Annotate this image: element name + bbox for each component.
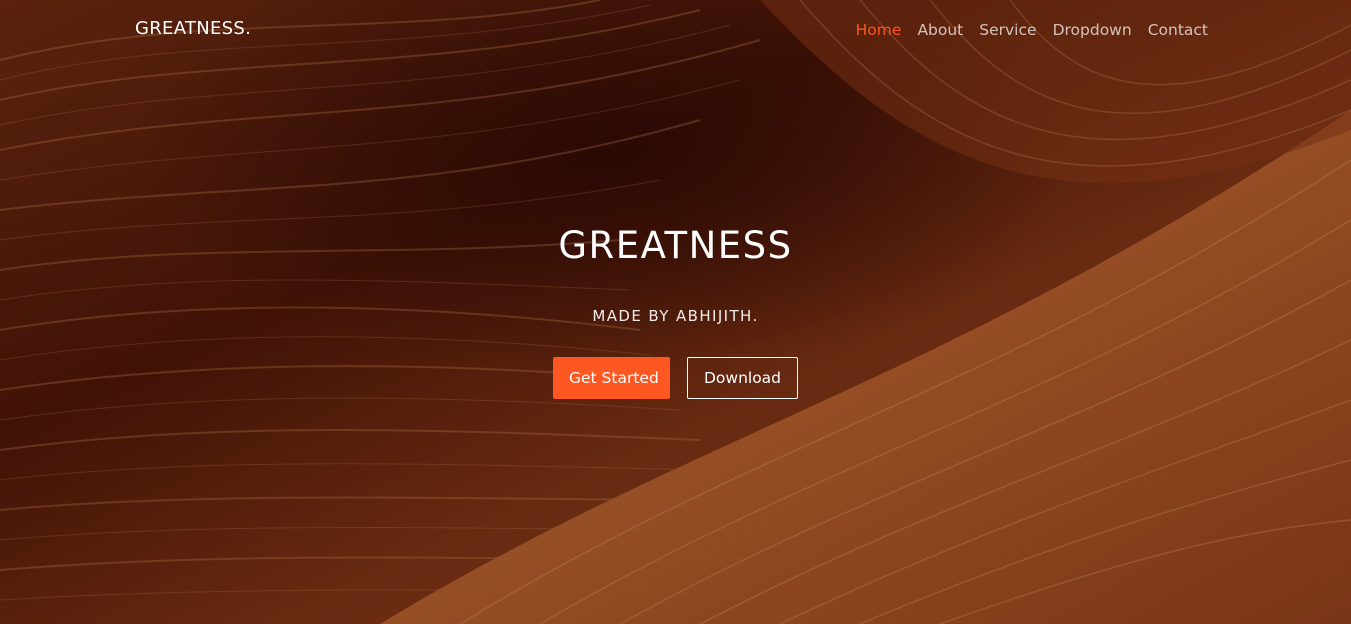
nav-menu: Home About Service Dropdown Contact (856, 20, 1208, 39)
site-logo[interactable]: GREATNESS. (135, 18, 251, 39)
hero-subtitle: MADE BY ABHIJITH. (592, 307, 759, 325)
nav-item-about: About (917, 20, 963, 39)
download-button[interactable]: Download (687, 357, 798, 399)
nav-item-contact: Contact (1148, 20, 1208, 39)
nav-link-about[interactable]: About (917, 21, 963, 39)
nav-item-home: Home (856, 20, 902, 39)
hero-title: GREATNESS (558, 224, 793, 267)
navbar: GREATNESS. Home About Service Dropdown C… (0, 0, 1351, 62)
nav-link-home[interactable]: Home (856, 21, 902, 39)
get-started-button[interactable]: Get Started (553, 357, 670, 399)
cta-buttons: Get Started Download (0, 357, 1351, 399)
nav-item-service: Service (979, 20, 1036, 39)
nav-item-dropdown: Dropdown (1053, 20, 1132, 39)
hero-content: GREATNESS MADE BY ABHIJITH. Get Started … (0, 222, 1351, 399)
hero-section: GREATNESS. Home About Service Dropdown C… (0, 0, 1351, 624)
nav-link-service[interactable]: Service (979, 21, 1036, 39)
nav-link-contact[interactable]: Contact (1148, 21, 1208, 39)
nav-link-dropdown[interactable]: Dropdown (1053, 21, 1132, 39)
